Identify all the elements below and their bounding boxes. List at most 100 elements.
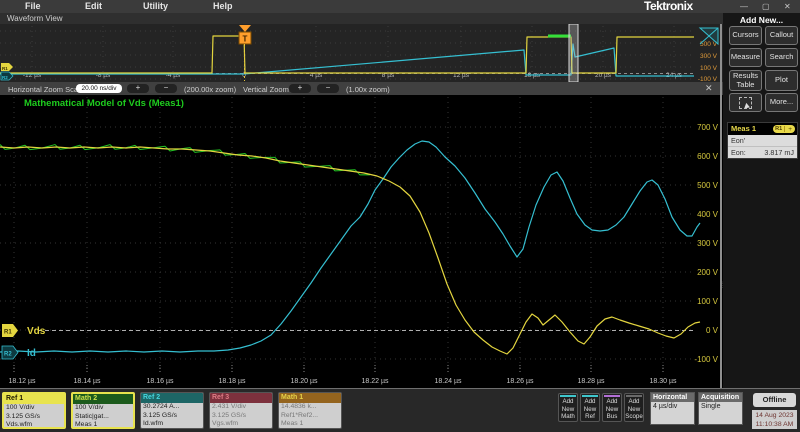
acquisition-mode-value: Single	[699, 402, 742, 411]
callout-button[interactable]: Callout	[765, 26, 798, 45]
add-new-scope-stripe	[626, 395, 642, 397]
channel-badge-line: 3.125 GS/s	[210, 412, 272, 421]
horizontal-panel-title: Horizontal	[651, 393, 694, 402]
cursors-button[interactable]: Cursors	[729, 26, 762, 45]
add-new-header: Add New...	[723, 15, 800, 25]
meas1-row2-label: Eon:	[731, 147, 746, 158]
main-x-tick-label: 18.24 µs	[435, 378, 462, 385]
main-waveform-panel[interactable]: 700 V600 V500 V400 V300 V200 V100 V0 V-1…	[0, 95, 723, 388]
main-y-tick-label: 600 V	[697, 152, 719, 161]
channel-badge-line: 3.125 GS/s	[141, 412, 203, 421]
tab-bar: Waveform View	[0, 13, 723, 24]
channel-badge-ref2[interactable]: Ref 230.2724 A...3.125 GS/sId.wfm	[140, 392, 204, 429]
r2-badge-label: R2	[4, 352, 12, 358]
r1-badge-label: R1	[4, 330, 12, 336]
close-zoom-icon[interactable]: ✕	[705, 83, 713, 94]
trigger-label: T	[243, 35, 248, 44]
meas1-expand-icon[interactable]: +	[785, 126, 795, 133]
offline-button[interactable]: Offline	[753, 393, 796, 407]
datetime-display: 14 Aug 2023 11:10:38 AM	[752, 410, 797, 429]
main-x-tick-label: 18.16 µs	[147, 378, 174, 385]
vertical-zoom-minus-button[interactable]: −	[317, 84, 339, 93]
main-x-tick-label: 18.12 µs	[9, 378, 36, 385]
tab-waveform-view[interactable]: Waveform View	[0, 13, 723, 24]
results-table-button[interactable]: Results Table	[729, 70, 762, 91]
add-new-scope-button[interactable]: Add New Scope	[624, 393, 644, 422]
overview-svg: -12 µs-8 µs-4 µs04 µs8 µs12 µs16 µs20 µs…	[0, 24, 723, 82]
add-new-ref-button[interactable]: Add New Ref	[580, 393, 600, 422]
horizontal-zoom-minus-button[interactable]: −	[155, 84, 177, 93]
main-x-tick-label: 18.26 µs	[507, 378, 534, 385]
overview-waveform-panel[interactable]: -12 µs-8 µs-4 µs04 µs8 µs12 µs16 µs20 µs…	[0, 24, 723, 82]
channel-badge-title: Ref 1	[4, 394, 64, 404]
meas1-source-pill: R1 +	[773, 125, 795, 133]
horizontal-panel[interactable]: Horizontal 4 µs/div	[650, 392, 695, 425]
channel-badge-line: Id.wfm	[141, 420, 203, 429]
main-x-tick-label: 18.30 µs	[650, 378, 677, 385]
main-y-tick-label: 400 V	[697, 210, 719, 219]
overview-y-tick-label: 100 V	[700, 65, 718, 72]
channel-badge-math2[interactable]: Math 2100 V/divStatic|gat...Meas 1	[71, 392, 135, 429]
channel-badge-line: 100 V/div	[73, 404, 133, 413]
channel-badge-line: Meas 1	[279, 420, 341, 429]
menu-edit[interactable]: Edit	[85, 0, 102, 13]
main-y-tick-label: 300 V	[697, 239, 719, 248]
menu-file[interactable]: File	[25, 0, 41, 13]
acquisition-panel[interactable]: Acquisition Single	[698, 392, 743, 425]
horizontal-zoom-scale-label: Horizontal Zoom Scale	[8, 85, 84, 94]
horizontal-zoom-factor: (200.00x zoom)	[184, 85, 236, 94]
meas1-source: R1	[773, 126, 785, 132]
zoom-window-handle[interactable]	[569, 24, 578, 82]
id-trace	[0, 141, 700, 352]
horizontal-zoom-scale-input[interactable]: 20.00 ns/div	[76, 84, 122, 93]
panel-splitter[interactable]	[720, 24, 722, 388]
plot-title: Mathematical Model of Vds (Meas1)	[24, 98, 184, 109]
search-button[interactable]: Search	[765, 48, 798, 67]
channel-badge-line: Meas 1	[73, 421, 133, 429]
meas1-results-badge[interactable]: Meas 1 R1 + Eon' Eon: 3.817 mJ	[727, 122, 798, 159]
acquisition-panel-title: Acquisition	[699, 393, 742, 402]
restore-window-icon[interactable]: ▢	[762, 0, 770, 13]
vertical-zoom-label: Vertical Zoom	[243, 85, 289, 94]
overview-y-tick-label: 300 V	[700, 53, 718, 60]
add-new-math-button[interactable]: Add New Math	[558, 393, 578, 422]
main-y-tick-label: -100 V	[694, 355, 718, 364]
vertical-zoom-factor: (1.00x zoom)	[346, 85, 390, 94]
channel-badge-line: 14.4836 k...	[279, 403, 341, 412]
channel-badge-math1[interactable]: Math 114.4836 k...Ref1*Ref2...Meas 1	[278, 392, 342, 429]
date-text: 14 Aug 2023	[752, 411, 797, 420]
main-x-tick-label: 18.28 µs	[578, 378, 605, 385]
horizontal-zoom-plus-button[interactable]: +	[127, 84, 149, 93]
minimize-window-icon[interactable]: —	[740, 0, 748, 13]
add-new-ref-stripe	[582, 395, 598, 397]
main-y-tick-label: 700 V	[697, 123, 719, 132]
add-new-bus-stripe	[604, 395, 620, 397]
main-x-tick-label: 18.18 µs	[219, 378, 246, 385]
add-new-math-stripe	[560, 395, 576, 397]
menu-utility[interactable]: Utility	[143, 0, 168, 13]
overview-r1-badge-label: R1	[2, 66, 8, 71]
channel-badge-title: Math 2	[73, 394, 133, 404]
measure-button[interactable]: Measure	[729, 48, 762, 67]
vertical-zoom-plus-button[interactable]: +	[289, 84, 311, 93]
tektronix-logo: Tektronix	[644, 0, 724, 13]
more-button[interactable]: More...	[765, 93, 798, 112]
channel-badge-line: Vgs.wfm	[210, 420, 272, 429]
main-y-tick-label: 0 V	[706, 326, 719, 335]
bottom-bar: Ref 1100 V/div3.125 GS/sVds.wfmMath 2100…	[0, 388, 800, 432]
menu-help[interactable]: Help	[213, 0, 233, 13]
channel-badge-ref3[interactable]: Ref 32.431 V/div3.125 GS/sVgs.wfm	[209, 392, 273, 429]
draw-button[interactable]	[729, 93, 762, 112]
channel-badge-line: Ref1*Ref2...	[279, 412, 341, 421]
oscilloscope-app: File Edit Utility Help Tektronix — ▢ ✕ Wavefo…	[0, 0, 800, 432]
plot-button[interactable]: Plot	[765, 70, 798, 91]
right-sidebar: Add New... CursorsCalloutMeasureSearchRe…	[723, 13, 800, 388]
channel-badge-title: Ref 2	[141, 393, 203, 403]
zoom-toolbar: Horizontal Zoom Scale 20.00 ns/div + − (…	[0, 82, 723, 95]
channel-badge-line: Static|gat...	[73, 413, 133, 422]
channel-badge-line: 2.431 V/div	[210, 403, 272, 412]
main-y-tick-label: 100 V	[697, 297, 719, 306]
add-new-bus-button[interactable]: Add New Bus	[602, 393, 622, 422]
close-window-icon[interactable]: ✕	[784, 0, 791, 13]
channel-badge-ref1[interactable]: Ref 1100 V/div3.125 GS/sVds.wfm	[2, 392, 66, 429]
